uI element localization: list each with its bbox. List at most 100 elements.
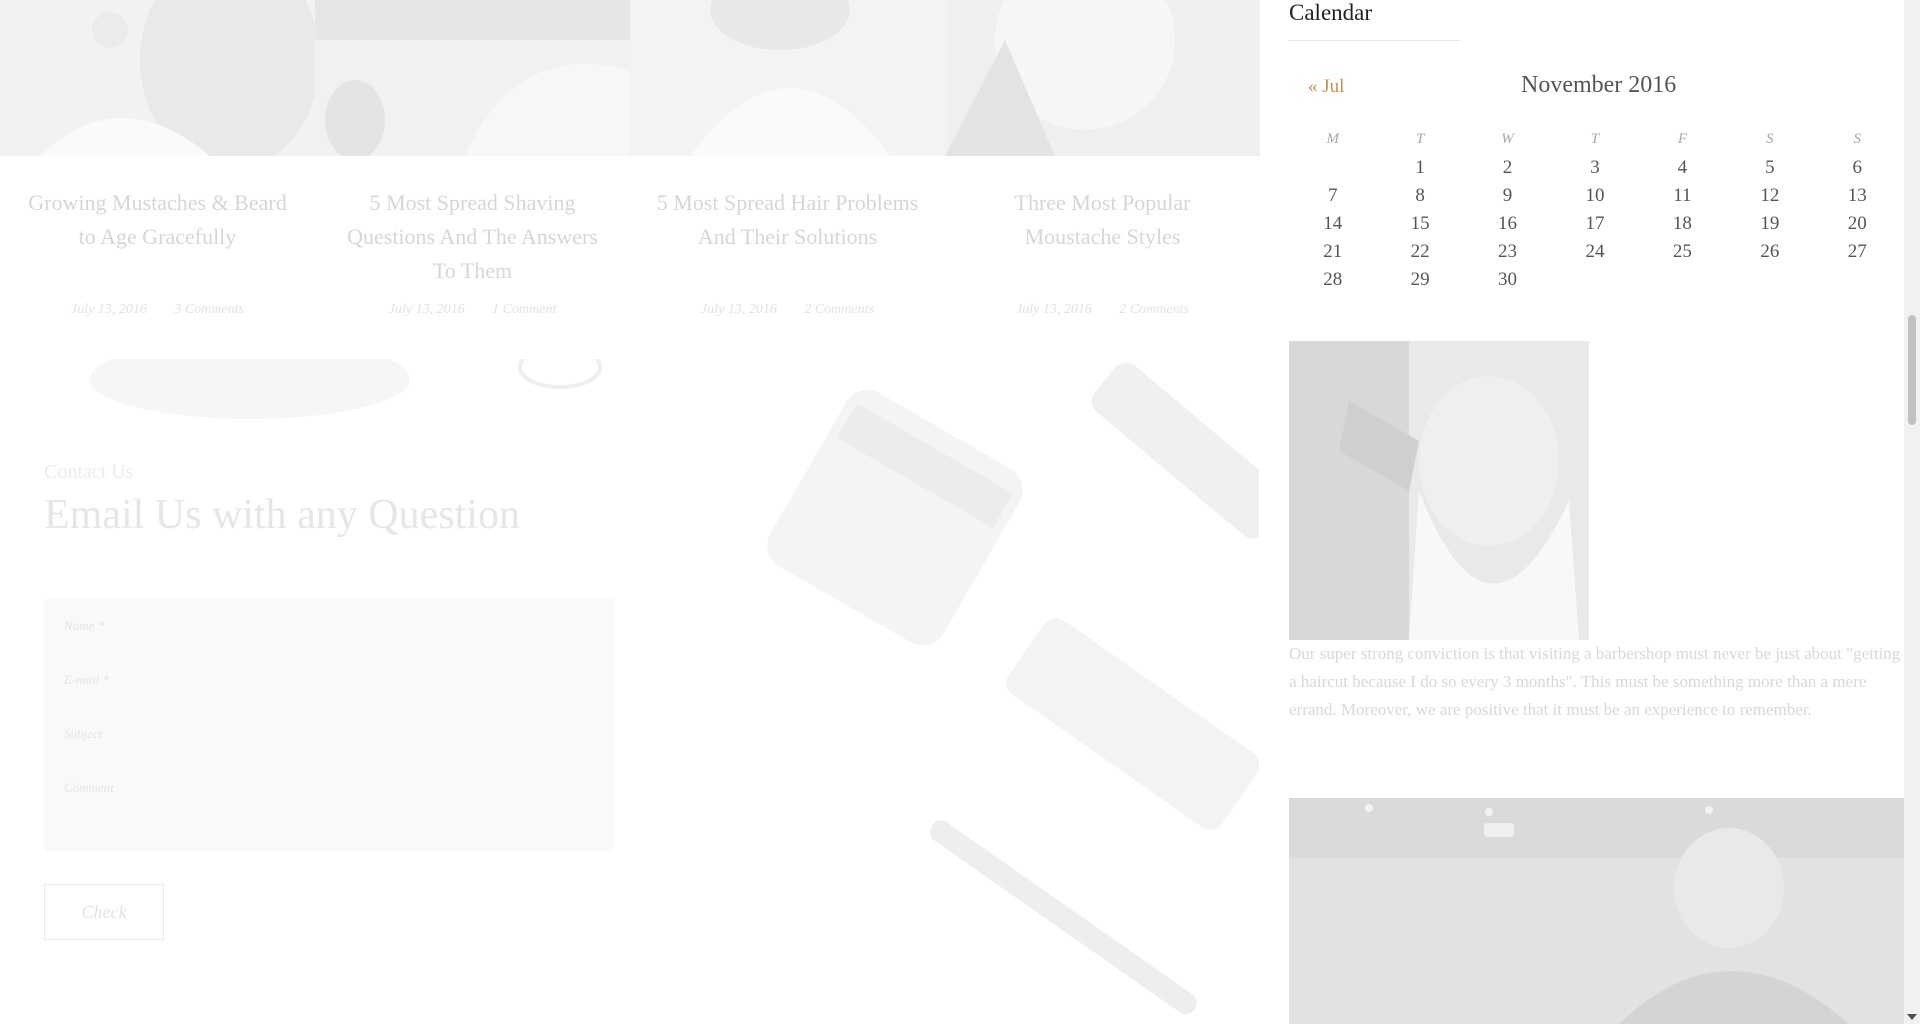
calendar-day bbox=[1639, 266, 1726, 294]
title-divider bbox=[1289, 40, 1460, 41]
page: Growing Mustaches & Beard to Age Gracefu… bbox=[0, 0, 1920, 1024]
comment-field[interactable]: Comment bbox=[44, 761, 614, 815]
calendar-day: 2 bbox=[1502, 157, 1513, 178]
weekday-label: M bbox=[1326, 130, 1339, 147]
post-card[interactable]: Three Most Popular Moustache Styles July… bbox=[945, 0, 1260, 359]
contact-heading: Email Us with any Question bbox=[44, 492, 520, 538]
post-image[interactable] bbox=[315, 0, 630, 156]
post-date[interactable]: July 13, 2016 bbox=[1016, 302, 1092, 317]
post-card[interactable]: Growing Mustaches & Beard to Age Gracefu… bbox=[0, 0, 315, 359]
post-image[interactable] bbox=[630, 0, 945, 156]
weekday-label: S bbox=[1853, 130, 1862, 147]
weekday-label: S bbox=[1766, 130, 1774, 147]
barber-portrait-art bbox=[1289, 341, 1589, 640]
calendar-day: 21 bbox=[1323, 241, 1343, 262]
post-card[interactable]: 5 Most Spread Shaving Questions And The … bbox=[315, 0, 630, 359]
calendar-day: 1 bbox=[1415, 157, 1425, 178]
calendar-day: 10 bbox=[1585, 185, 1605, 206]
post-title[interactable]: Growing Mustaches & Beard to Age Gracefu… bbox=[20, 186, 295, 296]
email-field[interactable]: E-mail * bbox=[44, 653, 614, 707]
calendar-day: 6 bbox=[1852, 157, 1863, 178]
barber-portrait-image bbox=[1289, 341, 1589, 640]
post-image-art bbox=[315, 0, 630, 156]
contact-form: Name * E-mail * Subject Comment bbox=[44, 599, 614, 851]
post-date[interactable]: July 13, 2016 bbox=[389, 302, 465, 317]
calendar-day: 17 bbox=[1585, 213, 1605, 234]
calendar-day: 22 bbox=[1410, 241, 1430, 262]
weekday-label: W bbox=[1501, 130, 1514, 147]
page-scrollbar[interactable] bbox=[1904, 0, 1920, 1024]
barbershop-image bbox=[1289, 798, 1904, 1024]
barbershop-art bbox=[1289, 798, 1904, 1024]
weekday-label: F bbox=[1677, 130, 1687, 147]
post-meta: July 13, 2016 2 Comments bbox=[945, 302, 1260, 318]
post-image-art bbox=[945, 0, 1260, 156]
calendar-caption: November 2016 bbox=[1521, 72, 1677, 98]
calendar-week-row: 7 8 9 10 11 12 13 bbox=[1289, 182, 1901, 210]
calendar-table: M T W T F S S 1 2 3 4 5 6 7 8 9 10 11 12… bbox=[1289, 124, 1901, 294]
post-card[interactable]: 5 Most Spread Hair Problems And Their So… bbox=[630, 0, 945, 359]
calendar-day: 27 bbox=[1847, 241, 1867, 262]
post-image[interactable] bbox=[945, 0, 1260, 156]
contact-eyebrow: Contact Us bbox=[44, 461, 134, 483]
calendar-day: 24 bbox=[1585, 241, 1605, 262]
calendar-day: 15 bbox=[1410, 213, 1430, 234]
calendar-day: 16 bbox=[1498, 213, 1518, 234]
post-comments[interactable]: 1 Comment bbox=[492, 302, 556, 317]
post-meta: July 13, 2016 3 Comments bbox=[0, 302, 315, 318]
post-image-art bbox=[0, 0, 315, 156]
calendar-day: 3 bbox=[1590, 157, 1600, 178]
calendar-day: 12 bbox=[1760, 185, 1780, 206]
blog-posts-strip: Growing Mustaches & Beard to Age Gracefu… bbox=[0, 0, 1260, 359]
calendar-day bbox=[1289, 154, 1376, 182]
scroll-down-arrow-icon[interactable] bbox=[1907, 1014, 1917, 1020]
calendar-day: 19 bbox=[1760, 213, 1780, 234]
post-title[interactable]: 5 Most Spread Shaving Questions And The … bbox=[335, 186, 610, 296]
calendar-widget-title: Calendar bbox=[1289, 0, 1373, 25]
post-title[interactable]: 5 Most Spread Hair Problems And Their So… bbox=[650, 186, 925, 296]
post-comments[interactable]: 2 Comments bbox=[804, 302, 874, 317]
post-meta: July 13, 2016 2 Comments bbox=[630, 302, 945, 318]
calendar-day: 14 bbox=[1323, 213, 1343, 234]
calendar-week-row: 28 29 30 bbox=[1289, 266, 1901, 294]
calendar-day: 30 bbox=[1498, 269, 1518, 290]
about-text: Our super strong conviction is that visi… bbox=[1289, 644, 1901, 719]
calendar-day: 26 bbox=[1760, 241, 1780, 262]
calendar-day: 20 bbox=[1847, 213, 1867, 234]
post-date[interactable]: July 13, 2016 bbox=[71, 302, 147, 317]
calendar-day: 25 bbox=[1672, 241, 1692, 262]
calendar-day bbox=[1814, 266, 1901, 294]
calendar-day: 28 bbox=[1323, 269, 1343, 290]
calendar-day: 8 bbox=[1415, 185, 1425, 206]
calendar-day bbox=[1551, 266, 1638, 294]
calendar-prev-month-link[interactable]: « Jul bbox=[1308, 76, 1344, 98]
sidebar: Calendar « Jul November 2016 M T W T F S… bbox=[1289, 0, 1904, 1024]
calendar-week-row: 21 22 23 24 25 26 27 bbox=[1289, 238, 1901, 266]
subject-field[interactable]: Subject bbox=[44, 707, 614, 761]
post-meta: July 13, 2016 1 Comment bbox=[315, 302, 630, 318]
calendar-day bbox=[1726, 266, 1813, 294]
check-button[interactable]: Check bbox=[44, 884, 164, 940]
calendar-day: 9 bbox=[1502, 185, 1513, 206]
post-image[interactable] bbox=[0, 0, 315, 156]
scrollbar-thumb[interactable] bbox=[1908, 315, 1916, 425]
post-comments[interactable]: 2 Comments bbox=[1119, 302, 1189, 317]
contact-section: Contact Us Email Us with any Question Na… bbox=[0, 359, 1259, 1024]
weekday-label: T bbox=[1590, 130, 1600, 147]
name-field[interactable]: Name * bbox=[44, 599, 614, 653]
calendar-day: 5 bbox=[1765, 157, 1775, 178]
calendar-day: 13 bbox=[1847, 185, 1867, 206]
post-title[interactable]: Three Most Popular Moustache Styles bbox=[965, 186, 1240, 296]
calendar-week-row: 1 2 3 4 5 6 bbox=[1289, 154, 1901, 182]
calendar-day: 11 bbox=[1673, 185, 1692, 206]
post-image-art bbox=[630, 0, 945, 156]
calendar-day: 4 bbox=[1677, 157, 1688, 178]
post-comments[interactable]: 3 Comments bbox=[174, 302, 244, 317]
calendar-day: 7 bbox=[1327, 185, 1338, 206]
calendar-day: 23 bbox=[1498, 241, 1518, 262]
calendar-day: 18 bbox=[1672, 213, 1692, 234]
calendar-week-row: 14 15 16 17 18 19 20 bbox=[1289, 210, 1901, 238]
weekday-label: T bbox=[1415, 130, 1425, 147]
post-date[interactable]: July 13, 2016 bbox=[701, 302, 777, 317]
calendar-weekday-row: M T W T F S S bbox=[1289, 124, 1901, 154]
